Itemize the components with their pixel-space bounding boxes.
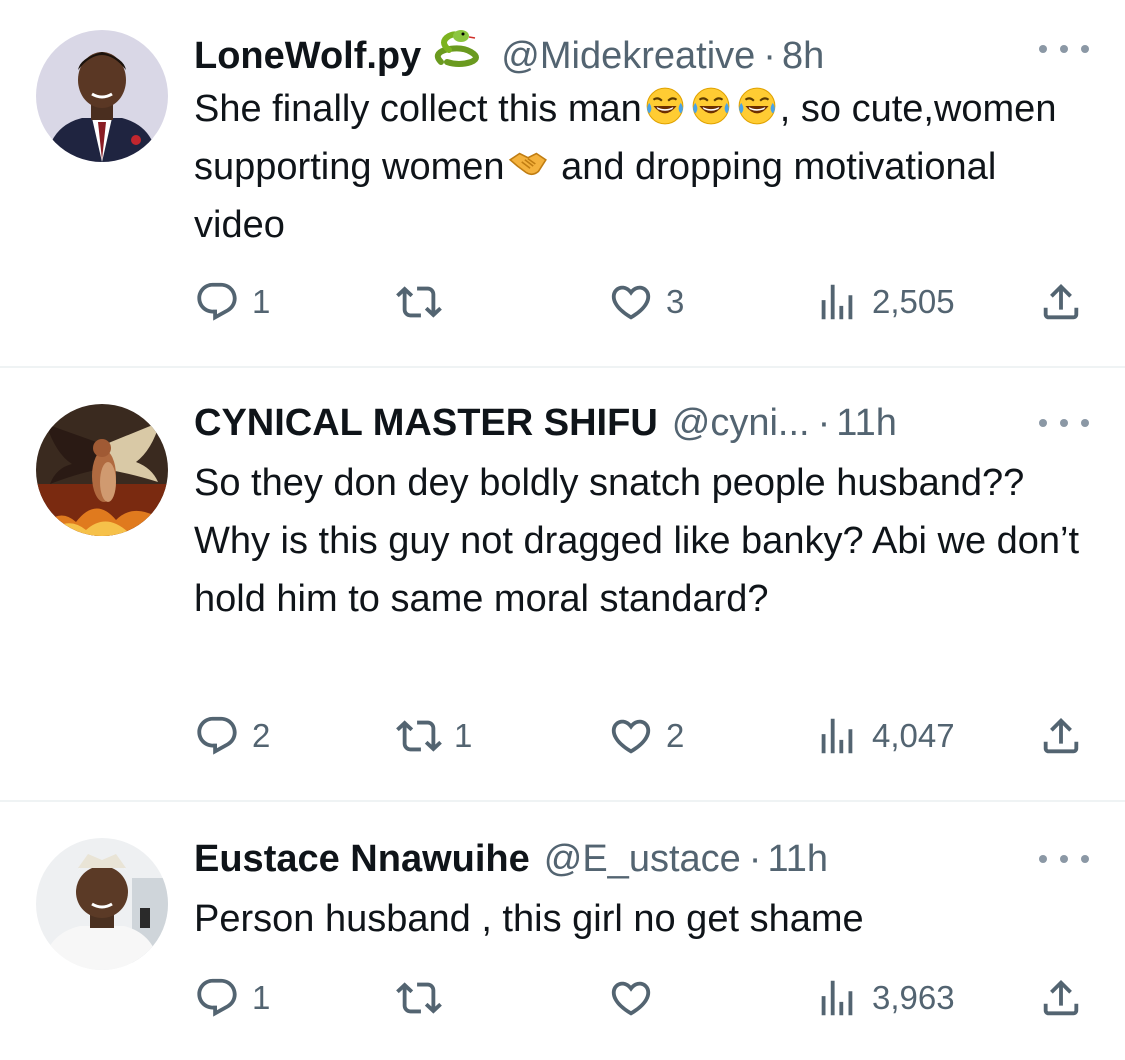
tweet-header: LoneWolf.py @Midekreative · 8h bbox=[194, 24, 824, 77]
timestamp[interactable]: 8h bbox=[782, 31, 824, 81]
separator-dot: · bbox=[763, 35, 776, 77]
timestamp[interactable]: 11h bbox=[836, 398, 897, 448]
display-name[interactable]: LoneWolf.py bbox=[194, 31, 421, 81]
views-button[interactable]: 3,963 bbox=[814, 970, 955, 1026]
views-icon bbox=[814, 279, 860, 325]
retweet-count: 1 bbox=[454, 717, 473, 754]
heart-icon bbox=[608, 975, 654, 1021]
retweet-button[interactable]: 1 bbox=[396, 708, 472, 764]
reply-button[interactable]: 1 bbox=[194, 274, 270, 330]
display-name[interactable]: Eustace Nnawuihe bbox=[194, 834, 530, 884]
reply-icon bbox=[194, 713, 240, 759]
handle[interactable]: @E_ustace bbox=[544, 834, 741, 884]
handshake-emoji-icon bbox=[507, 143, 549, 185]
timestamp[interactable]: 11h bbox=[767, 834, 828, 884]
tweet[interactable]: LoneWolf.py @Midekreative · 8h She final… bbox=[0, 0, 1125, 366]
tweet-text: So they don dey boldly snatch people hus… bbox=[194, 462, 1080, 620]
share-icon bbox=[1038, 279, 1084, 325]
share-button[interactable] bbox=[1038, 708, 1084, 764]
like-button[interactable]: 3 bbox=[608, 274, 684, 330]
tweet[interactable]: Eustace Nnawuihe @E_ustace · 11h Person … bbox=[0, 802, 1125, 1060]
laughing-emoji-icon bbox=[736, 85, 778, 127]
more-icon[interactable] bbox=[1039, 416, 1089, 430]
views-icon bbox=[814, 975, 860, 1021]
action-bar: 1 3 2,505 bbox=[0, 274, 1125, 330]
reply-count: 1 bbox=[252, 979, 271, 1016]
reply-count: 2 bbox=[252, 717, 271, 754]
reply-icon bbox=[194, 975, 240, 1021]
reply-button[interactable]: 1 bbox=[194, 970, 270, 1026]
more-icon[interactable] bbox=[1039, 852, 1089, 866]
like-count: 3 bbox=[666, 283, 685, 320]
reply-button[interactable]: 2 bbox=[194, 708, 270, 764]
views-button[interactable]: 2,505 bbox=[814, 274, 955, 330]
retweet-icon bbox=[396, 279, 442, 325]
handle[interactable]: @Midekreative bbox=[501, 31, 755, 81]
reply-count: 1 bbox=[252, 283, 271, 320]
view-count: 2,505 bbox=[872, 283, 955, 320]
tweet-text: She finally collect this man, so cute,wo… bbox=[194, 80, 1094, 254]
retweet-button[interactable] bbox=[396, 274, 454, 330]
display-name[interactable]: CYNICAL MASTER SHIFU bbox=[194, 398, 658, 448]
reply-icon bbox=[194, 279, 240, 325]
avatar[interactable] bbox=[36, 404, 168, 536]
heart-icon bbox=[608, 279, 654, 325]
tweet-header: Eustace Nnawuihe @E_ustace · 11h bbox=[194, 834, 828, 884]
share-button[interactable] bbox=[1038, 274, 1084, 330]
share-icon bbox=[1038, 975, 1084, 1021]
handle[interactable]: @cyni... bbox=[672, 398, 810, 448]
laughing-emoji-icon bbox=[644, 85, 686, 127]
avatar[interactable] bbox=[36, 838, 168, 970]
tweet-text-part: She finally collect this man bbox=[194, 88, 642, 130]
action-bar: 1 3,963 bbox=[0, 970, 1125, 1026]
avatar[interactable] bbox=[36, 30, 168, 162]
laughing-emoji-icon bbox=[690, 85, 732, 127]
like-button[interactable]: 2 bbox=[608, 708, 684, 764]
retweet-button[interactable] bbox=[396, 970, 454, 1026]
more-icon[interactable] bbox=[1039, 42, 1089, 56]
share-icon bbox=[1038, 713, 1084, 759]
view-count: 4,047 bbox=[872, 717, 955, 754]
separator-dot: · bbox=[817, 402, 831, 444]
retweet-icon bbox=[396, 713, 442, 759]
share-button[interactable] bbox=[1038, 970, 1084, 1026]
views-icon bbox=[814, 713, 860, 759]
like-count: 2 bbox=[666, 717, 685, 754]
separator-dot: · bbox=[748, 838, 762, 880]
view-count: 3,963 bbox=[872, 979, 955, 1016]
tweet-header: CYNICAL MASTER SHIFU @cyni... · 11h bbox=[194, 398, 897, 448]
like-button[interactable] bbox=[608, 970, 666, 1026]
retweet-icon bbox=[396, 975, 442, 1021]
views-button[interactable]: 4,047 bbox=[814, 708, 955, 764]
heart-icon bbox=[608, 713, 654, 759]
tweet[interactable]: CYNICAL MASTER SHIFU @cyni... · 11h So t… bbox=[0, 368, 1125, 800]
tweet-text: Person husband , this girl no get shame bbox=[194, 898, 864, 940]
snake-emoji-icon bbox=[431, 24, 487, 68]
action-bar: 2 1 2 4,047 bbox=[0, 708, 1125, 764]
